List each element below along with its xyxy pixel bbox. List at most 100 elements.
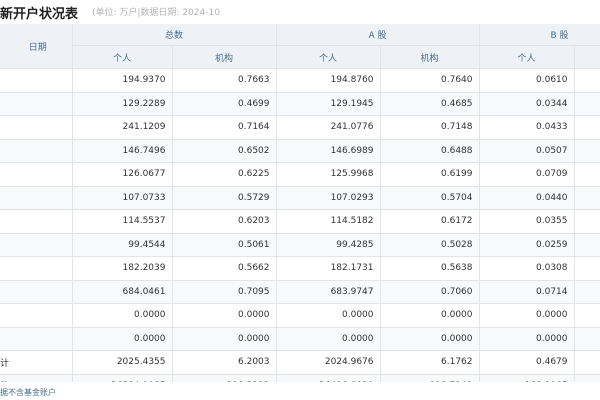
row-label: [0, 256, 73, 281]
table-row: 182.2039 0.5662 182.1731 0.5638 0.0308: [0, 256, 600, 281]
table-cell: 0.0000: [72, 303, 173, 328]
table-cell: [574, 327, 600, 351]
table-cell: 194.8760: [276, 68, 381, 93]
row-label: 数: [0, 374, 73, 382]
table-row: 0.0000 0.0000 0.0000 0.0000 0.0000: [0, 327, 600, 351]
table-cell: [574, 256, 600, 281]
table-cell: 182.1731: [276, 256, 381, 281]
column-header-date: 日期: [0, 24, 73, 69]
row-label: [0, 280, 73, 304]
table-body: 194.9370 0.7663 194.8760 0.7640 0.0610 129.22…: [0, 68, 600, 382]
table-cell: 0.5704: [380, 186, 480, 210]
table-cell: 107.0733: [72, 186, 173, 210]
table-subtitle: (单位: 万户|数据日期: 2024-10: [92, 8, 220, 18]
table-cell: 114.5537: [72, 209, 173, 234]
table-cell: 0.5729: [172, 186, 277, 210]
table-row: 114.5537 0.6203 114.5182 0.6172 0.0355: [0, 209, 600, 234]
table-cell: [574, 209, 600, 234]
table-row: 0.0000 0.0000 0.0000 0.0000 0.0000: [0, 303, 600, 328]
table-row: 99.4544 0.5061 99.4285 0.5028 0.0259: [0, 233, 600, 257]
table-cell: 0.7164: [172, 115, 277, 140]
table-row: 146.7496 0.6502 146.6989 0.6488 0.0507: [0, 139, 600, 163]
table-row: 126.0677 0.6225 125.9968 0.6199 0.0709: [0, 162, 600, 187]
table-cell: [574, 233, 600, 257]
table-cell: 0.7148: [380, 115, 480, 140]
table-cell: 0.0714: [479, 280, 575, 304]
row-label: [0, 92, 73, 116]
table-cell: [574, 186, 600, 210]
table-cell: 0.0000: [276, 303, 381, 328]
table-cell: 107.0293: [276, 186, 381, 210]
table-cell: 0.5028: [380, 233, 480, 257]
table-cell: 0.0000: [479, 327, 575, 351]
table-cell: 0.7095: [172, 280, 277, 304]
table-cell: 0.0000: [172, 327, 277, 351]
table-cell: 0.6225: [172, 162, 277, 187]
table-cell: 241.1209: [72, 115, 173, 140]
table-cell: [574, 139, 600, 163]
group-header-total: 总数: [72, 24, 277, 46]
table-cell: 99.4285: [276, 233, 381, 257]
table-cell: 0.7663: [172, 68, 277, 93]
accounts-table-container[interactable]: 日期 总数 A 股 B 股 个人 机构 个人 机构 个人 机 194.93700…: [0, 24, 600, 382]
row-label: [0, 162, 73, 187]
table-cell: [574, 162, 600, 187]
row-label: [0, 233, 73, 257]
table-cell: 0.0308: [479, 256, 575, 281]
accounts-table: 日期 总数 A 股 B 股 个人 机构 个人 机构 个人 机 194.93700…: [0, 24, 600, 382]
table-cell: 129.1945: [276, 92, 381, 116]
table-cell: 0.4685: [380, 92, 480, 116]
table-cell: 0.5061: [172, 233, 277, 257]
subheader-b-institution: 机: [574, 45, 600, 69]
table-footnote: 据不含基金账户: [0, 388, 56, 397]
table-cell: 36584.9085: [72, 374, 173, 382]
table-cell: 0.0507: [479, 139, 575, 163]
table-cell: [574, 115, 600, 140]
row-label: [0, 303, 73, 328]
table-cell: 684.0461: [72, 280, 173, 304]
row-label: [0, 327, 73, 351]
table-cell: 0.0000: [380, 303, 480, 328]
row-label: [0, 209, 73, 234]
table-row: 194.9370 0.7663 194.8760 0.7640 0.0610: [0, 68, 600, 93]
table-cell: 0.6199: [380, 162, 480, 187]
subheader-total-individual: 个人: [72, 45, 173, 69]
table-cell: 0.0433: [479, 115, 575, 140]
table-header: 日期 总数 A 股 B 股 个人 机构 个人 机构 个人 机: [0, 24, 600, 69]
table-cell: 194.9370: [72, 68, 173, 93]
table-row: 241.1209 0.7164 241.0776 0.7148 0.0433: [0, 115, 600, 140]
table-cell: 0.0000: [172, 303, 277, 328]
table-cell: 0.7060: [380, 280, 480, 304]
table-cell: [574, 350, 600, 375]
table-cell: 168.1065: [479, 374, 575, 382]
table-row: 129.2289 0.4699 129.1945 0.4685 0.0344: [0, 92, 600, 116]
table-cell: 6.1762: [380, 350, 480, 375]
table-cell: 0.0344: [479, 92, 575, 116]
table-row: 107.0733 0.5729 107.0293 0.5704 0.0440: [0, 186, 600, 210]
table-cell: 0.6502: [172, 139, 277, 163]
table-cell: 0.0259: [479, 233, 575, 257]
table-cell: 0.0000: [479, 303, 575, 328]
table-cell: 0.0355: [479, 209, 575, 234]
table-cell: 0.0440: [479, 186, 575, 210]
table-cell: 129.2289: [72, 92, 173, 116]
table-title-bar: 新开户状况表 (单位: 万户|数据日期: 2024-10: [0, 0, 600, 24]
row-label: [0, 139, 73, 163]
table-cell: 0.6488: [380, 139, 480, 163]
table-cell: 0.0000: [380, 327, 480, 351]
table-cell: 36416.8020: [276, 374, 381, 382]
row-label: [0, 186, 73, 210]
table-cell: 2025.4355: [72, 350, 173, 375]
table-cell: 6.2003: [172, 350, 277, 375]
table-cell: 114.5182: [276, 209, 381, 234]
table-cell: 99.4544: [72, 233, 173, 257]
table-cell: 0.6172: [380, 209, 480, 234]
table-title: 新开户状况表: [0, 7, 79, 22]
subheader-total-institution: 机构: [172, 45, 277, 69]
table-cell: 0.0000: [276, 327, 381, 351]
table-cell: 146.6989: [276, 139, 381, 163]
table-cell: 0.0709: [479, 162, 575, 187]
table-cell: [574, 92, 600, 116]
table-row: 数36584.9085116.521336416.8020113.7141168…: [0, 374, 600, 382]
row-label: 计: [0, 350, 73, 375]
